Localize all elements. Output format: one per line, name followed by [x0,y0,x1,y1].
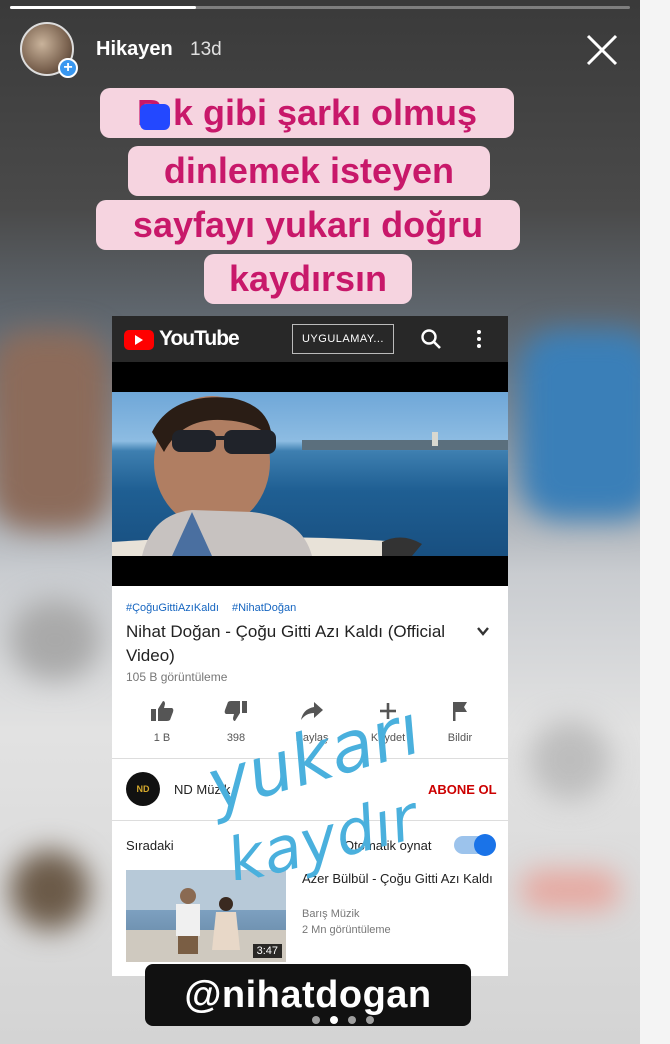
autoplay-toggle-knob [474,834,496,856]
story-viewer[interactable]: + Hikayen 13d B k gibi şarkı olmuş dinle… [0,0,640,1044]
open-app-button[interactable]: UYGULAMAY... [292,324,394,354]
video-frame [112,392,508,556]
story-caption-line: dinlemek isteyen [128,146,490,196]
up-next-label: Sıradaki [126,838,174,853]
story-username[interactable]: Hikayen [96,38,173,61]
youtube-logo-icon [124,330,154,350]
mention-sticker[interactable]: @nihatdogan [145,964,471,1026]
video-title: Nihat Doğan - Çoğu Gitti Azı Kaldı (Offi… [126,622,446,665]
page-dot [330,1016,338,1024]
thumbs-up-icon [151,701,174,721]
youtube-header: YouTube UYGULAMAY... [112,316,508,362]
search-icon[interactable] [420,328,442,350]
close-icon[interactable] [584,32,620,68]
page-indicator [312,1016,382,1026]
recommended-video-channel: Barış Müzik [302,908,360,920]
page-dot [366,1016,374,1024]
like-button[interactable]: 1 B [132,700,192,746]
video-duration: 3:47 [252,944,282,958]
blurred-background [520,870,620,910]
youtube-logo-text: YouTube [159,327,240,350]
story-caption-line: kaydırsın [204,254,412,304]
more-options-icon[interactable] [474,328,484,350]
video-player[interactable] [112,362,508,586]
page-dot [312,1016,320,1024]
hashtag-link[interactable]: #NihatDoğan [232,602,296,614]
autoplay-toggle[interactable] [454,834,496,856]
add-story-icon[interactable]: + [58,58,78,78]
story-progress-fill [10,6,196,9]
video-view-count: 105 B görüntüleme [126,670,228,684]
blurred-background [0,330,110,530]
blurred-background [10,600,100,680]
censor-scribble [140,104,170,130]
story-timestamp: 13d [190,39,222,60]
story-progress-bar [10,6,630,9]
hashtag-link[interactable]: #ÇoğuGittiAzıKaldı [126,602,219,614]
blurred-background [520,330,640,520]
video-scene [112,396,508,556]
page-dot [348,1016,356,1024]
blurred-background [530,720,610,800]
handwritten-annotation: yukarı kaydır [196,700,429,880]
channel-avatar[interactable]: ND [126,772,160,806]
background-edge [640,0,670,1044]
recommended-video-views: 2 Mn görüntüleme [302,924,391,936]
recommended-video-thumbnail[interactable]: 3:47 [126,870,286,962]
blurred-background [10,850,90,930]
story-caption-line: sayfayı yukarı doğru [96,200,520,250]
chevron-down-icon[interactable] [476,624,490,638]
like-count: 1 B [153,732,171,744]
video-hashtags[interactable]: #ÇoğuGittiAzıKaldı #NihatDoğan [126,602,306,614]
